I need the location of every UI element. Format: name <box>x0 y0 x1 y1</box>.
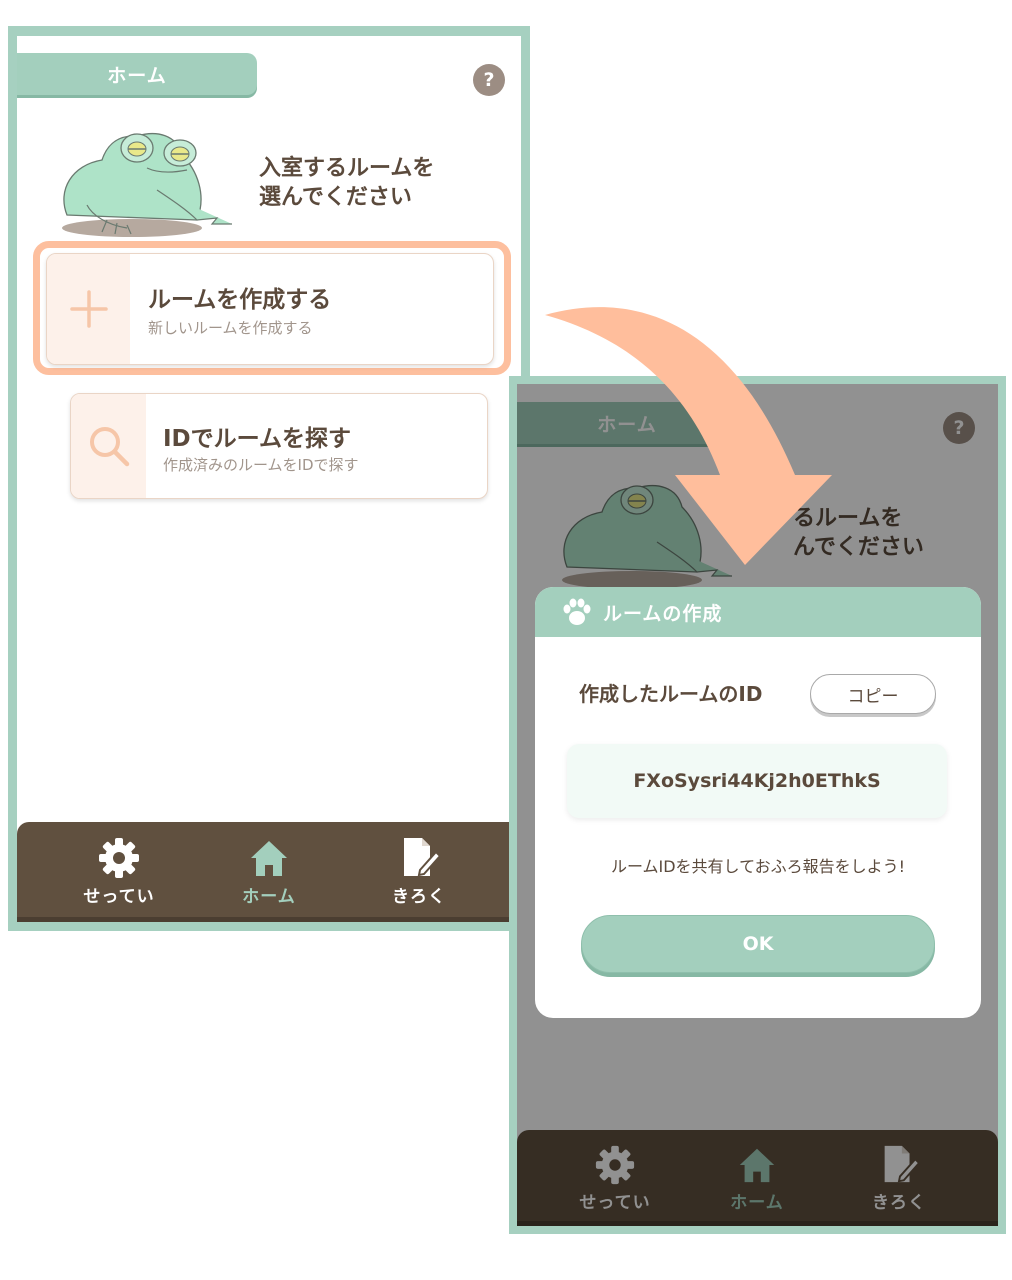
room-id-display: FXoSysri44Kj2h0EThkS <box>567 744 947 818</box>
frog-illustration <box>62 132 232 237</box>
page-title-pill: ホーム <box>17 53 257 95</box>
intro-line-1: 入室するルームを <box>259 156 435 181</box>
find-room-title: IDでルームを探す <box>163 426 351 452</box>
search-icon <box>89 427 129 467</box>
phone-screen-home: ホーム ? 入室するルームを 選んでください ルームを作成する 新しいルームを作… <box>8 26 530 931</box>
dialog-title: ルームの作成 <box>603 602 723 625</box>
help-icon: ? <box>483 69 495 91</box>
help-button[interactable]: ? <box>473 64 505 96</box>
tab-settings[interactable]: せってい <box>69 836 169 907</box>
page-title: ホーム <box>107 64 167 87</box>
ok-button[interactable]: OK <box>581 915 935 973</box>
paw-icon <box>563 598 591 625</box>
create-room-title: ルームを作成する <box>148 287 332 313</box>
tab-settings-label: せってい <box>83 887 155 907</box>
tab-home[interactable]: ホーム <box>219 836 319 907</box>
find-room-subtitle: 作成済みのルームをIDで探す <box>163 456 359 474</box>
find-room-icon-area <box>71 394 146 498</box>
gear-icon <box>99 838 139 878</box>
find-room-card[interactable]: IDでルームを探す 作成済みのルームをIDで探す <box>70 393 488 499</box>
home-icon <box>251 841 287 876</box>
share-message: ルームIDを共有しておふろ報告をしよう! <box>610 857 905 876</box>
plus-icon <box>69 290 108 328</box>
create-room-subtitle: 新しいルームを作成する <box>148 319 313 337</box>
copy-button-label: コピー <box>847 686 899 707</box>
note-edit-icon <box>404 838 442 877</box>
intro-line-2: 選んでください <box>259 185 412 210</box>
tab-records-label: きろく <box>392 887 446 907</box>
transition-arrow-icon <box>545 307 832 565</box>
create-room-icon-area <box>47 254 130 364</box>
ok-button-label: OK <box>742 933 774 955</box>
dialog-header: ルームの作成 <box>535 587 981 637</box>
tab-home-label: ホーム <box>242 887 296 907</box>
room-id-value: FXoSysri44Kj2h0EThkS <box>633 770 881 792</box>
create-room-card[interactable]: ルームを作成する 新しいルームを作成する <box>46 253 494 365</box>
copy-button[interactable]: コピー <box>810 674 936 714</box>
bottom-tab-bar: せってい ホーム きろく <box>17 822 521 922</box>
intro-text: 入室するルームを 選んでください <box>259 154 434 212</box>
tab-records[interactable]: きろく <box>369 834 469 907</box>
room-id-label: 作成したルームのID <box>579 682 763 706</box>
room-created-dialog: ルームの作成 作成したルームのID コピー FXoSysri44Kj2h0ETh… <box>535 587 981 1018</box>
screen-content: ホーム ? 入室するルームを 選んでください ルームを作成する 新しいルームを作… <box>17 36 521 922</box>
